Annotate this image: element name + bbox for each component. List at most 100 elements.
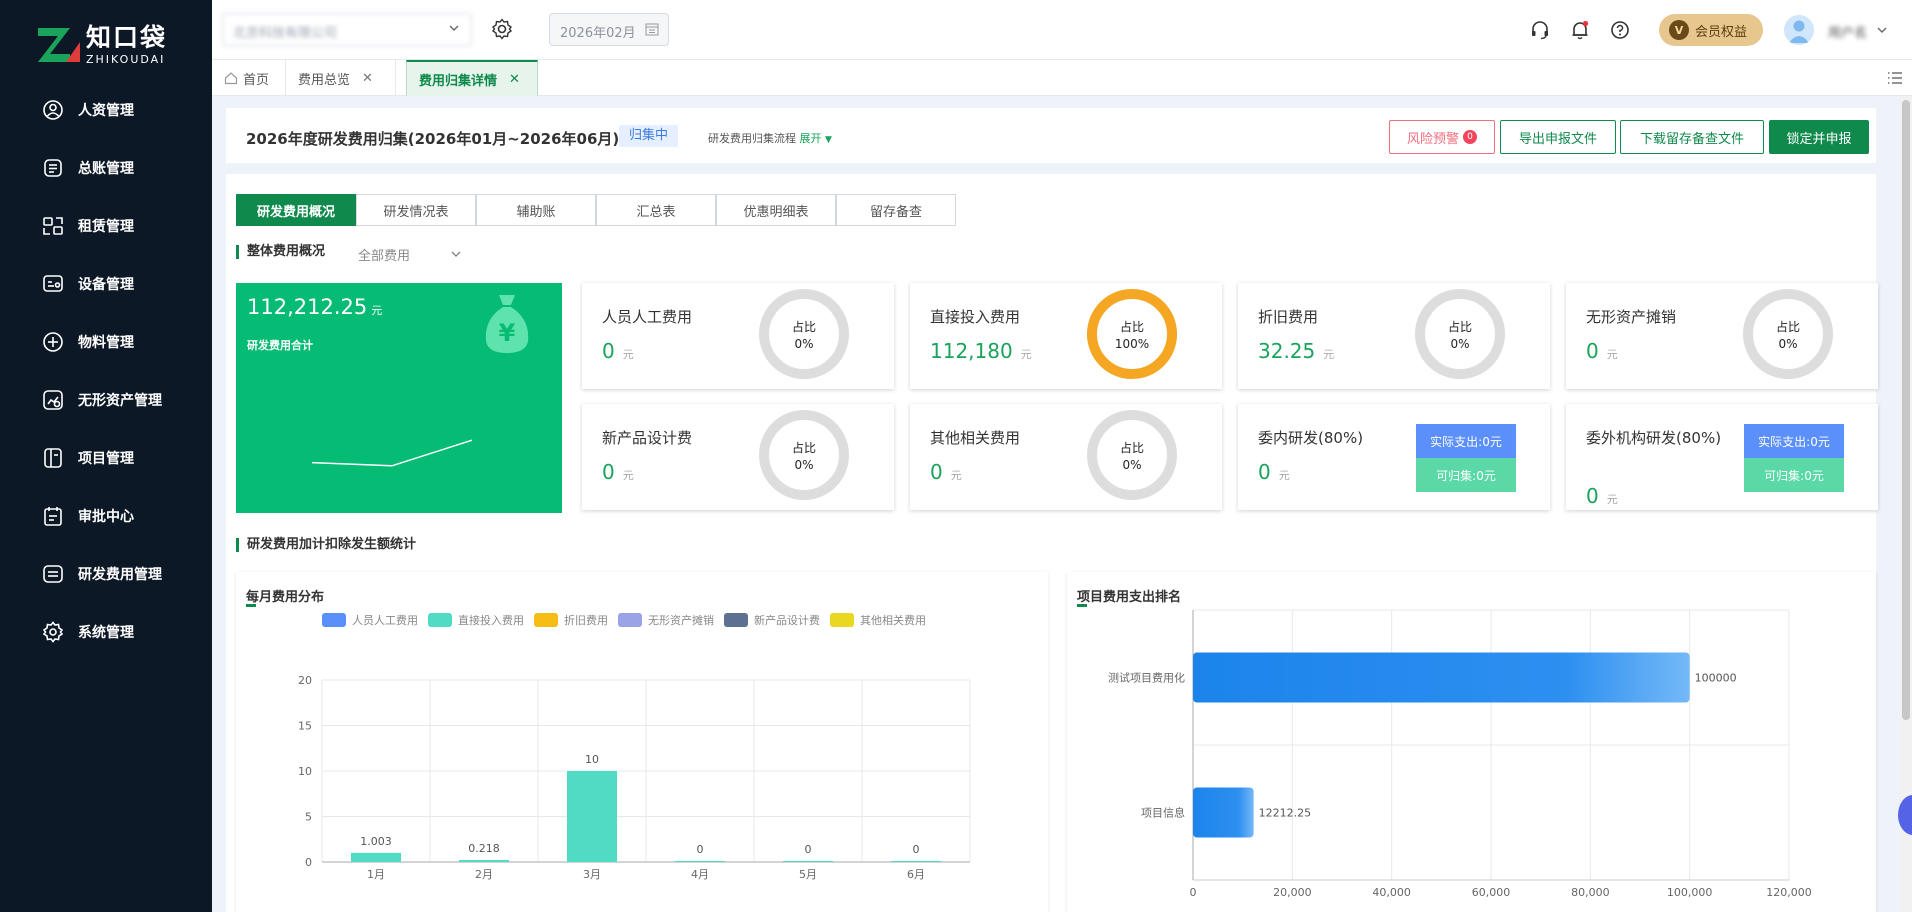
bar-5[interactable] xyxy=(783,861,833,862)
sidebar-item-5[interactable]: 物料管理 xyxy=(0,322,212,362)
flow-toggle[interactable]: 研发费用归集流程 展开 ▼ xyxy=(708,130,832,146)
member-label: 会员权益 xyxy=(1695,24,1748,40)
page-title: 2026年度研发费用归集(2026年01月~2026年06月) xyxy=(246,130,620,148)
ratio-label: 占比 xyxy=(791,320,816,334)
tab-collection-detail[interactable]: 费用归集详情 ✕ xyxy=(406,60,538,96)
hbar-data-label: 100000 xyxy=(1695,672,1737,685)
ratio-label: 占比 xyxy=(1119,441,1144,455)
sidebar-item-2[interactable]: 总账管理 xyxy=(0,148,212,188)
company-select[interactable]: 北京科技有限公司 xyxy=(222,13,472,46)
metric-name: 无形资产摊销 xyxy=(1586,308,1677,326)
main-content: 研发费用概况 研发情况表 辅助账 汇总表 优惠明细表 留存备查 整体费用概况 全部费用 1… xyxy=(226,174,1878,912)
bar-3[interactable] xyxy=(567,771,617,862)
hbar-2[interactable] xyxy=(1193,787,1254,838)
metric-amount-line: 112,180 元 xyxy=(930,339,1032,363)
brand-name: 知口袋 xyxy=(86,23,168,52)
x-tick-label: 60,000 xyxy=(1472,886,1511,899)
risk-warning-label: 风险预警 xyxy=(1406,131,1459,147)
sidebar-item-label: 租赁管理 xyxy=(78,219,134,235)
flow-label: 研发费用归集流程 xyxy=(708,132,796,145)
subtab-4[interactable]: 汇总表 xyxy=(596,194,716,226)
subtab-3[interactable]: 辅助账 xyxy=(476,194,596,226)
sidebar-item-8[interactable]: 审批中心 xyxy=(0,496,212,536)
metric-name: 人员人工费用 xyxy=(602,308,693,326)
subtab-6[interactable]: 留存备查 xyxy=(836,194,956,226)
sidebar-item-10[interactable]: 系统管理 xyxy=(0,612,212,652)
metric-card: 无形资产摊销 0 元 占比 0% xyxy=(1566,283,1878,389)
user-avatar-icon xyxy=(1789,20,1809,43)
expense-filter-select[interactable]: 全部费用 xyxy=(358,245,410,264)
tab-expense-overview[interactable]: 费用总览 ✕ xyxy=(286,60,396,96)
sidebar-item-7[interactable]: 项目管理 xyxy=(0,438,212,478)
sidebar-item-6[interactable]: 无形资产管理 xyxy=(0,380,212,420)
settings-icon xyxy=(42,621,64,643)
subtab-5[interactable]: 优惠明细表 xyxy=(716,194,836,226)
risk-warning-button[interactable]: 风险预警 0 xyxy=(1389,120,1495,154)
y-category-label: 测试项目费用化 xyxy=(1108,671,1185,685)
bar-4[interactable] xyxy=(675,861,725,862)
help-icon[interactable] xyxy=(1609,19,1631,41)
bar-data-label: 0 xyxy=(913,843,920,856)
subtab-2[interactable]: 研发情况表 xyxy=(356,194,476,226)
flow-expand-link[interactable]: 展开 xyxy=(800,132,822,145)
x-tick-label: 6月 xyxy=(907,868,925,881)
tab-label: 首页 xyxy=(243,72,270,88)
ratio-text: 占比 0% xyxy=(1742,319,1834,353)
chevron-down-icon[interactable] xyxy=(448,22,460,34)
sidebar-item-4[interactable]: 设备管理 xyxy=(0,264,212,304)
metric-unit: 元 xyxy=(1606,348,1618,361)
logo-mark-icon xyxy=(38,28,80,62)
monthly-bar-chart: 0 5 10 15 20 1.003 1月 0.218 2月 10 3月 0 4月 0 5月 0 6月 xyxy=(298,674,971,881)
headset-icon[interactable] xyxy=(1529,19,1551,41)
logo[interactable]: 知口袋 ZHIKOUDAI xyxy=(36,20,167,70)
chevron-down-icon[interactable] xyxy=(1876,24,1888,36)
tab-label: 费用总览 xyxy=(298,72,351,88)
avatar[interactable] xyxy=(1784,15,1814,45)
gear-icon[interactable] xyxy=(490,17,514,41)
metric-unit: 元 xyxy=(950,469,962,482)
x-tick-label: 1月 xyxy=(367,868,385,881)
total-expense-card: 112,212.25 元 研发费用合计 ¥ xyxy=(236,283,562,513)
money-bag-icon: ¥ xyxy=(485,295,529,353)
sidebar-item-1[interactable]: 人资管理 xyxy=(0,90,212,130)
calendar-icon[interactable] xyxy=(645,22,659,36)
chevron-down-icon[interactable] xyxy=(450,248,462,260)
entrusted-amount: 0 xyxy=(1586,484,1599,508)
bar-6[interactable] xyxy=(891,861,941,862)
bell-icon[interactable] xyxy=(1569,19,1591,41)
tab-home[interactable]: 首页 xyxy=(212,60,286,96)
bar-1[interactable] xyxy=(351,852,401,862)
y-tick-label: 5 xyxy=(305,811,312,824)
metric-amount: 112,180 xyxy=(930,339,1013,363)
x-tick-label: 100,000 xyxy=(1667,886,1713,899)
ratio-label: 占比 xyxy=(1447,320,1472,334)
member-benefits-button[interactable]: V 会员权益 xyxy=(1659,14,1763,46)
project-ranking-chart: 0 20,000 40,000 60,000 80,000 100,000 120,000 测… xyxy=(1108,609,1812,899)
bar-2[interactable] xyxy=(459,860,509,862)
close-icon[interactable]: ✕ xyxy=(509,72,520,87)
ratio-text: 占比 0% xyxy=(758,440,850,474)
sidebar-item-9[interactable]: 研发费用管理 xyxy=(0,554,212,594)
lock-and-file-button[interactable]: 锁定并申报 xyxy=(1769,120,1869,154)
sidebar: 知口袋 ZHIKOUDAI 人资管理总账管理租赁管理设备管理物料管理无形资产管理… xyxy=(0,0,212,912)
export-filing-button[interactable]: 导出申报文件 xyxy=(1500,120,1616,154)
sidebar-item-label: 项目管理 xyxy=(78,451,134,467)
collectable-pill: 可归集:0元 xyxy=(1744,458,1844,492)
sidebar-item-label: 设备管理 xyxy=(78,277,134,293)
username[interactable]: 用户名 xyxy=(1828,22,1867,41)
metric-amount-line: 0元 xyxy=(602,460,634,484)
download-archive-button[interactable]: 下载留存备查文件 xyxy=(1620,120,1764,154)
scrollbar-thumb[interactable] xyxy=(1902,100,1910,720)
sidebar-item-label: 研发费用管理 xyxy=(78,567,162,583)
entrusted-name: 委外机构研发(80%) xyxy=(1586,429,1722,447)
member-badge-icon: V xyxy=(1669,20,1689,40)
svg-text:¥: ¥ xyxy=(499,319,516,347)
subtab-1[interactable]: 研发费用概况 xyxy=(236,194,356,226)
metric-amount: 32.25 xyxy=(1258,339,1316,363)
metric-amount-line: 0元 xyxy=(602,339,634,363)
hbar-1[interactable] xyxy=(1193,652,1690,703)
close-icon[interactable]: ✕ xyxy=(362,71,373,86)
sidebar-item-3[interactable]: 租赁管理 xyxy=(0,206,212,246)
caret-down-icon: ▼ xyxy=(825,135,832,145)
tab-list-icon[interactable] xyxy=(1886,69,1904,87)
